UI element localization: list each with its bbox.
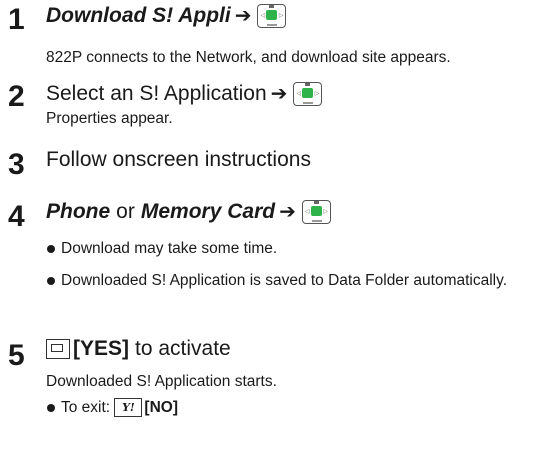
step-title: Download S! Appli [46,4,231,27]
step-title: Select an S! Application [46,82,267,105]
mail-key-icon [46,339,70,359]
option-phone: Phone [46,200,111,223]
exit-instruction: To exit: [61,399,111,416]
center-select-key-icon: ◁ ▷ [301,200,331,224]
list-item: Download may take some time. [47,238,531,260]
list-item: Downloaded S! Application is saved to Da… [47,270,531,292]
step-title: Follow onscreen instructions [46,148,311,171]
arrow-right-icon: ➔ [270,83,288,105]
arrow-right-icon: ➔ [279,201,296,223]
arrow-right-icon: ➔ [234,5,252,27]
step-number: 3 [8,148,25,181]
list-item: To exit: Y! [NO] [47,397,531,419]
step-description: Properties appear. [46,110,173,127]
step-heading: Download S! Appli ➔ ◁ ▷ [46,4,287,28]
step-title: to activate [135,337,231,360]
center-select-key-icon: ◁ ▷ [293,82,323,106]
step-heading: Select an S! Application ➔ ◁ ▷ [46,82,323,106]
step-number: 4 [8,200,25,233]
step-number: 5 [8,339,25,372]
step-description: Downloaded S! Application starts. [46,373,277,390]
step-heading: Phone or Memory Card ➔ ◁ ▷ [46,200,331,224]
step-number: 2 [8,80,25,113]
no-key-label: [NO] [144,399,178,416]
option-memory-card: Memory Card [140,200,276,223]
step-heading: [YES] to activate [46,337,231,361]
yahoo-key-icon: Y! [114,398,143,418]
step-number: 1 [8,3,25,36]
yes-key-label: [YES] [73,337,130,360]
connector-text: or [116,200,135,223]
step-description: 822P connects to the Network, and downlo… [46,49,451,66]
center-select-key-icon: ◁ ▷ [257,4,287,28]
